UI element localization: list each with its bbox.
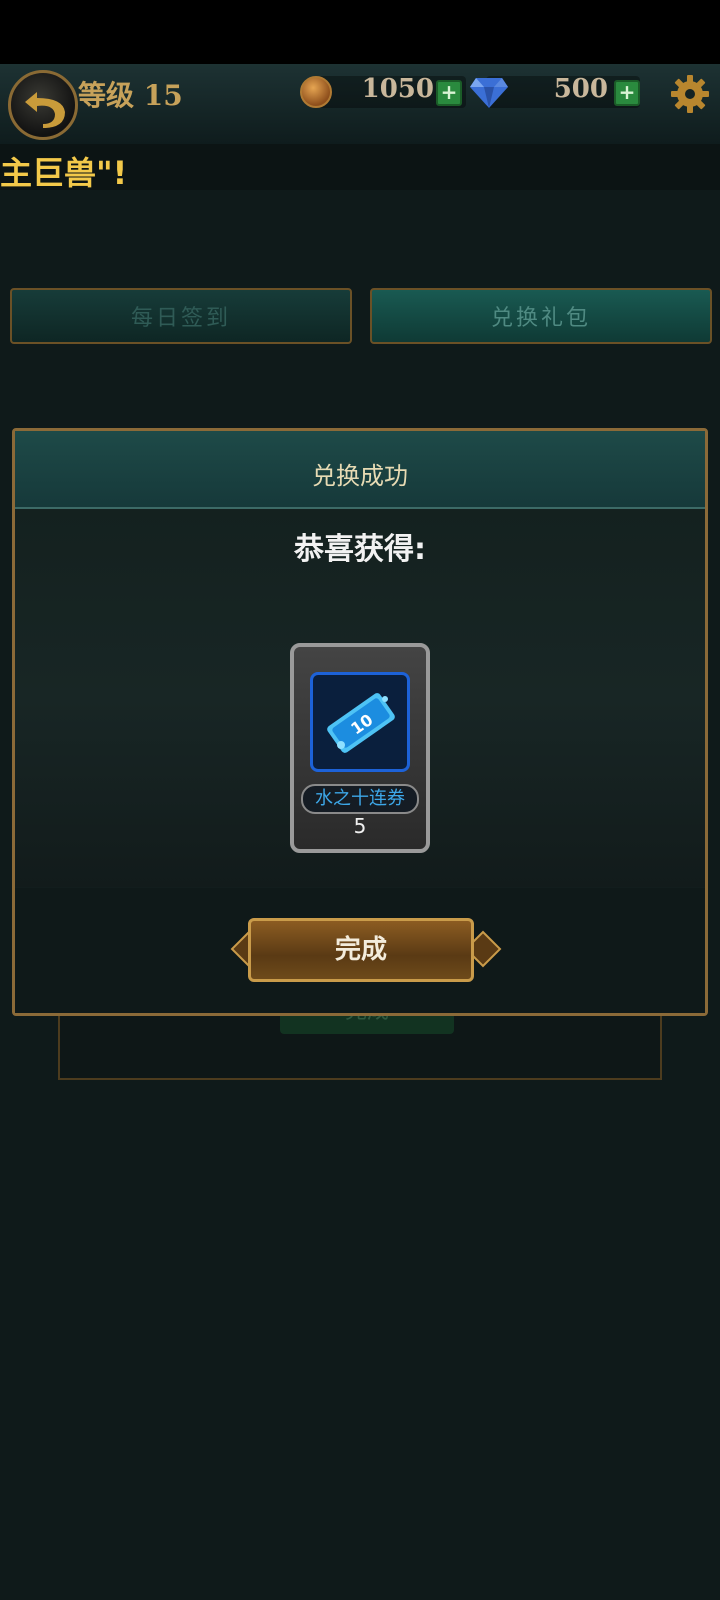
- done-button-label[interactable]: 完成: [248, 918, 474, 982]
- reward-item-name: 水之十连券: [301, 784, 419, 814]
- diamond-icon: [470, 76, 508, 112]
- marquee-text: 主巨兽"!: [0, 154, 128, 192]
- back-button[interactable]: [8, 70, 78, 140]
- gold-coin-icon: [300, 76, 332, 108]
- settings-gear-icon[interactable]: [670, 74, 710, 118]
- diamond-value: 500: [553, 74, 608, 104]
- reward-item-count: 5: [353, 814, 367, 838]
- player-level: 等级 15: [78, 79, 183, 112]
- back-arrow-icon: [25, 92, 65, 128]
- tab-exchange-gift[interactable]: 兑换礼包: [370, 288, 712, 344]
- add-diamond-button[interactable]: +: [614, 80, 640, 106]
- water-ten-pull-ticket-icon: 10: [310, 672, 410, 772]
- tab-daily-checkin[interactable]: 每日签到: [10, 288, 352, 344]
- dialog-title: 兑换成功: [312, 462, 408, 490]
- status-bar: [0, 0, 720, 64]
- add-gold-button[interactable]: +: [436, 80, 462, 106]
- gold-value: 1050: [361, 74, 434, 104]
- congrats-text: 恭喜获得:: [294, 532, 426, 567]
